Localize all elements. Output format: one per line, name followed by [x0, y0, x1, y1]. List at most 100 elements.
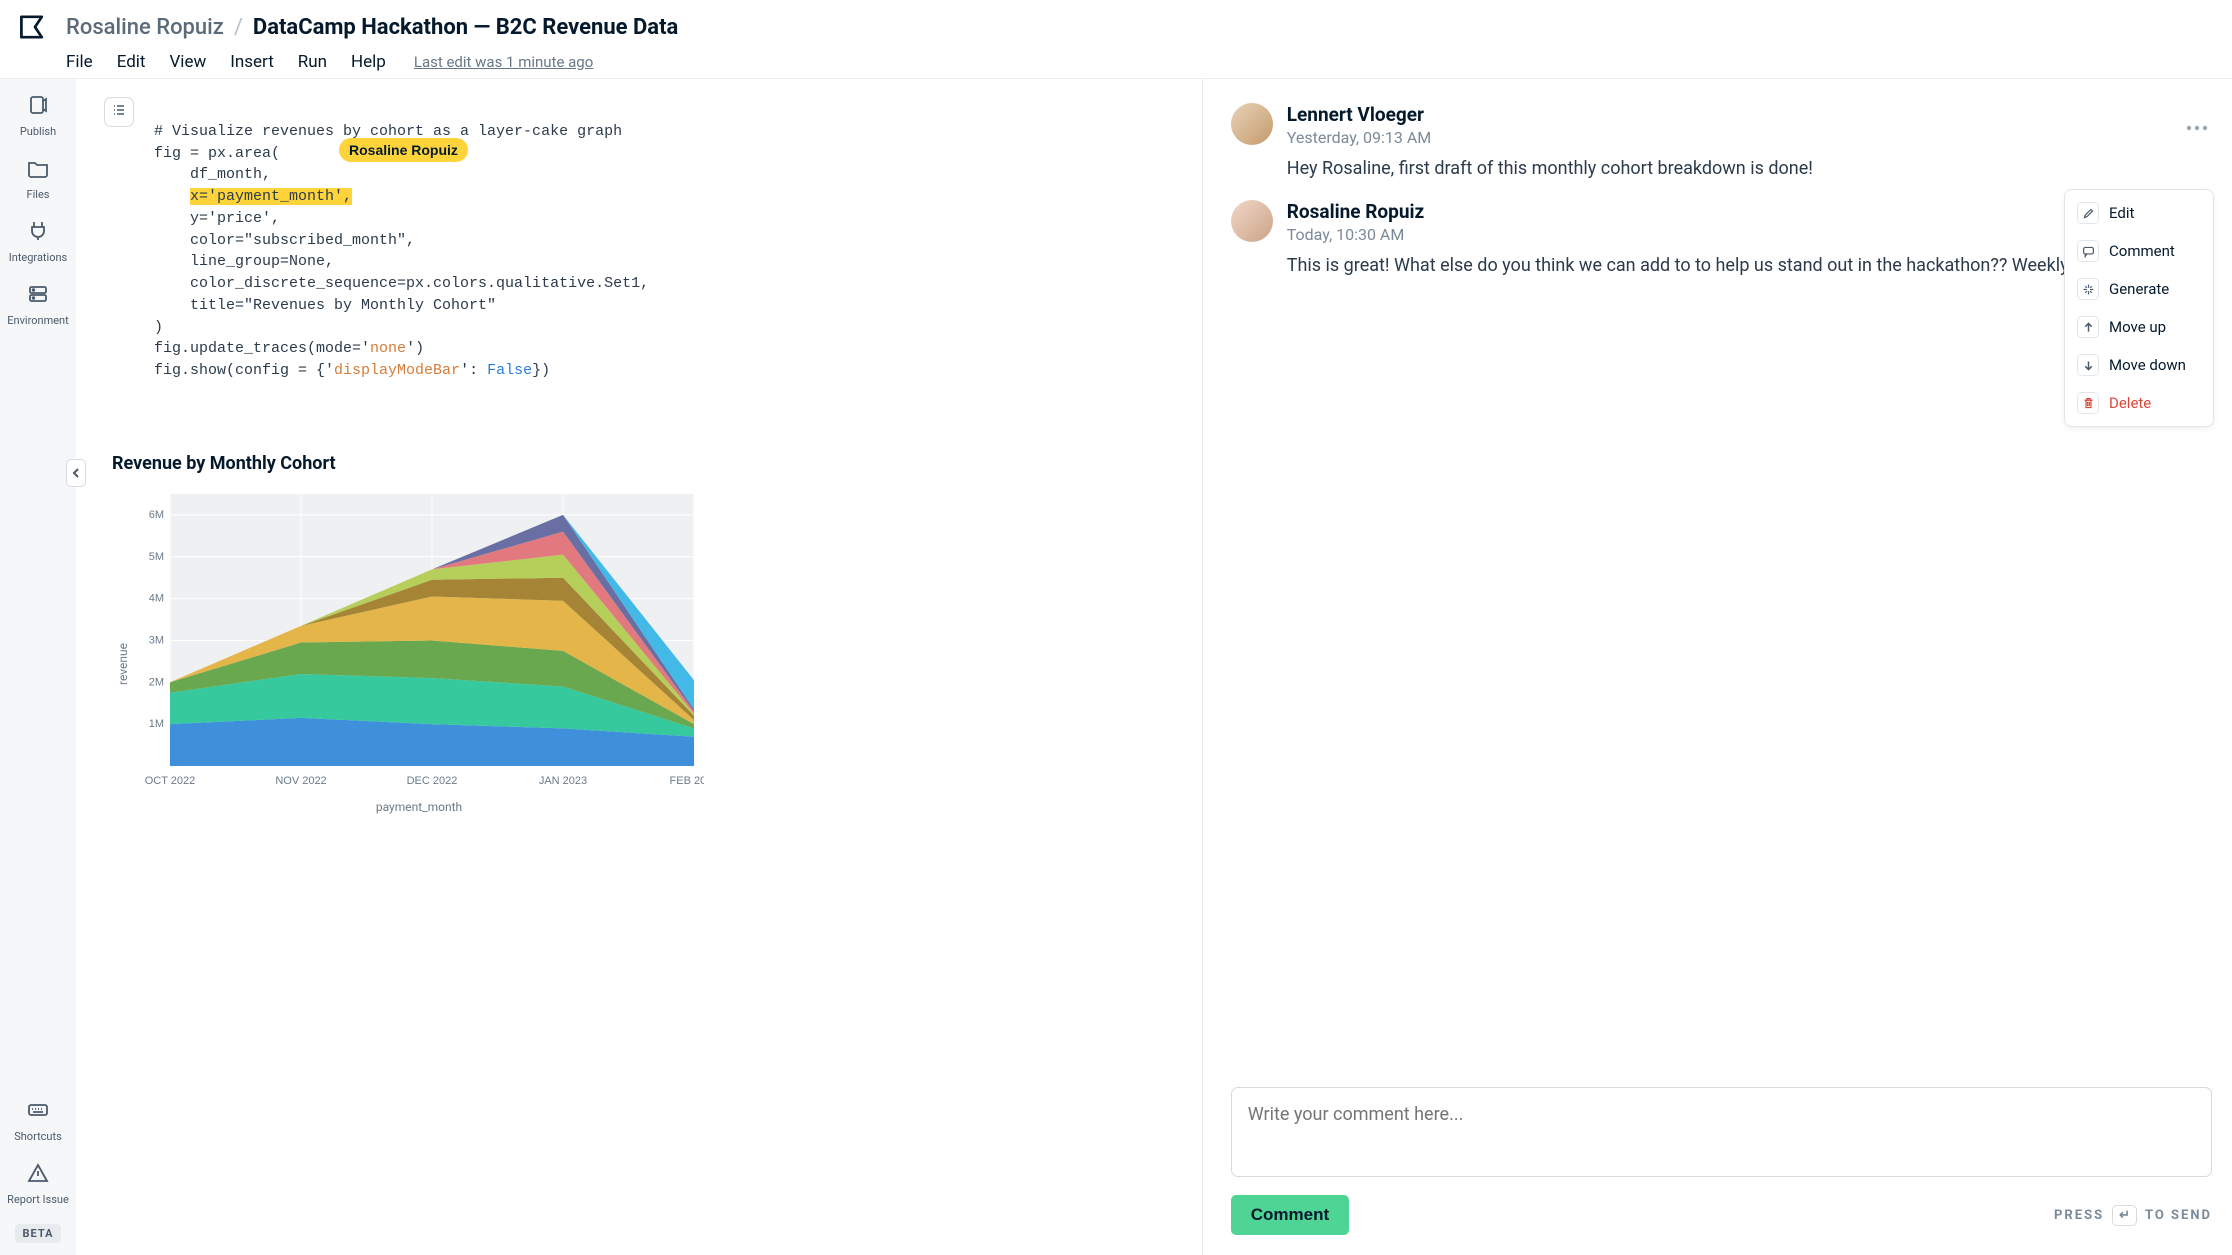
folder-icon: [26, 156, 50, 184]
ctx-generate[interactable]: Generate: [2069, 270, 2209, 308]
list-icon: [111, 102, 127, 122]
context-menu: Edit Comment Generate Move up: [2064, 189, 2214, 427]
ctx-label: Comment: [2109, 242, 2175, 260]
comment-input[interactable]: [1231, 1087, 2212, 1177]
svg-text:1M: 1M: [149, 718, 164, 730]
svg-text:OCT 2022: OCT 2022: [145, 775, 196, 787]
svg-text:NOV 2022: NOV 2022: [275, 775, 326, 787]
code-line: fig.update_traces(mode='none'): [154, 340, 424, 357]
leftbar-files-label: Files: [27, 188, 50, 201]
send-hint: PRESS ↵ TO SEND: [2054, 1205, 2212, 1226]
avatar[interactable]: [1231, 200, 1273, 242]
enter-key-icon: ↵: [2112, 1205, 2137, 1226]
chart-title: Revenue by Monthly Cohort: [112, 453, 1184, 474]
svg-text:DEC 2022: DEC 2022: [407, 775, 458, 787]
breadcrumb-owner[interactable]: Rosaline Ropuiz: [66, 15, 224, 40]
code-line: y='price',: [154, 210, 280, 227]
code-line: color="subscribed_month",: [154, 232, 415, 249]
keyboard-icon: [26, 1098, 50, 1126]
leftbar-environment[interactable]: Environment: [7, 282, 68, 327]
ctx-delete[interactable]: Delete: [2069, 384, 2209, 422]
arrow-down-icon: [2077, 354, 2099, 376]
arrow-up-icon: [2077, 316, 2099, 338]
leftbar-shortcuts[interactable]: Shortcuts: [14, 1098, 62, 1143]
plug-icon: [26, 219, 50, 247]
page-title[interactable]: DataCamp Hackathon — B2C Revenue Data: [253, 15, 678, 40]
svg-text:4M: 4M: [149, 593, 164, 605]
svg-text:JAN 2023: JAN 2023: [539, 775, 587, 787]
code-line: line_group=None,: [154, 253, 334, 270]
avatar[interactable]: [1231, 103, 1273, 145]
svg-text:3M: 3M: [149, 635, 164, 647]
comment-item: Lennert Vloeger Yesterday, 09:13 AM Hey …: [1231, 103, 2212, 182]
menu-help[interactable]: Help: [351, 52, 386, 72]
beta-badge: BETA: [15, 1224, 62, 1243]
comment-submit-button[interactable]: Comment: [1231, 1195, 1349, 1235]
leftbar-report-label: Report Issue: [7, 1193, 69, 1206]
comment-time: Today, 10:30 AM: [1287, 225, 1424, 244]
comment-time: Yesterday, 09:13 AM: [1287, 128, 1432, 147]
ctx-move-down[interactable]: Move down: [2069, 346, 2209, 384]
code-line: fig.show(config = {'displayModeBar': Fal…: [154, 362, 550, 379]
publish-icon: [26, 93, 50, 121]
sparkle-icon: [2077, 278, 2099, 300]
ctx-comment[interactable]: Comment: [2069, 232, 2209, 270]
leftbar-shortcuts-label: Shortcuts: [14, 1130, 62, 1143]
svg-text:6M: 6M: [149, 509, 164, 521]
dots-icon: [2186, 116, 2208, 135]
menu-edit[interactable]: Edit: [117, 52, 146, 72]
code-line: df_month,: [154, 166, 271, 183]
leftbar-report[interactable]: Report Issue: [7, 1161, 69, 1206]
leftbar-environment-label: Environment: [7, 314, 68, 327]
ctx-label: Move up: [2109, 318, 2166, 336]
menu-file[interactable]: File: [66, 52, 93, 72]
menubar: File Edit View Insert Run Help Last edit…: [66, 52, 2214, 72]
svg-text:FEB 2023: FEB 2023: [670, 775, 704, 787]
pencil-icon: [2077, 202, 2099, 224]
logo-icon: [18, 10, 52, 44]
ctx-edit[interactable]: Edit: [2069, 194, 2209, 232]
code-line: color_discrete_sequence=px.colors.qualit…: [154, 275, 649, 292]
code-line: x='payment_month',: [154, 188, 352, 205]
toc-button[interactable]: [104, 97, 134, 127]
area-chart[interactable]: 1M 2M 3M 4M 5M 6M OCT 2022 NOV 2022 DEC 2022 JAN …: [134, 484, 704, 794]
leftbar-files[interactable]: Files: [26, 156, 50, 201]
breadcrumb-separator: /: [234, 15, 243, 40]
notebook-pane: # Visualize revenues by cohort as a laye…: [76, 79, 1202, 1255]
code-highlight: x='payment_month',: [190, 188, 352, 205]
menu-insert[interactable]: Insert: [230, 52, 274, 72]
ctx-label: Edit: [2109, 204, 2134, 222]
chart-ylabel: revenue: [112, 613, 134, 685]
header: Rosaline Ropuiz / DataCamp Hackathon — B…: [0, 0, 2232, 79]
trash-icon: [2077, 392, 2099, 414]
svg-text:5M: 5M: [149, 551, 164, 563]
comment-author: Lennert Vloeger: [1287, 103, 1432, 126]
code-line: ): [154, 319, 163, 336]
warning-icon: [26, 1161, 50, 1189]
chart-output: Revenue by Monthly Cohort revenue 1M 2M 3M…: [112, 453, 1184, 814]
comment-icon: [2077, 240, 2099, 262]
chart-xlabel: payment_month: [134, 800, 704, 814]
leftbar-integrations-label: Integrations: [9, 251, 67, 264]
ctx-label: Generate: [2109, 280, 2169, 298]
ctx-label: Move down: [2109, 356, 2186, 374]
leftbar-publish-label: Publish: [20, 125, 56, 138]
code-line: title="Revenues by Monthly Cohort": [154, 297, 496, 314]
cursor-presence-tag: Rosaline Ropuiz: [339, 138, 468, 162]
svg-text:2M: 2M: [149, 677, 164, 689]
comment-body: Hey Rosaline, first draft of this monthl…: [1287, 155, 2212, 182]
ctx-label: Delete: [2109, 394, 2151, 412]
menu-view[interactable]: View: [169, 52, 206, 72]
leftbar-publish[interactable]: Publish: [20, 93, 56, 138]
code-cell[interactable]: # Visualize revenues by cohort as a laye…: [154, 99, 1184, 425]
ctx-move-up[interactable]: Move up: [2069, 308, 2209, 346]
server-icon: [26, 282, 50, 310]
comment-author: Rosaline Ropuiz: [1287, 200, 1424, 223]
code-line: fig = px.area(: [154, 145, 280, 162]
menu-run[interactable]: Run: [298, 52, 327, 72]
leftbar-integrations[interactable]: Integrations: [9, 219, 67, 264]
breadcrumb: Rosaline Ropuiz / DataCamp Hackathon — B…: [66, 15, 678, 40]
last-edit-link[interactable]: Last edit was 1 minute ago: [414, 53, 593, 71]
comment-more-button[interactable]: [2182, 112, 2212, 139]
leftbar: Publish Files Integrations Environment S…: [0, 79, 76, 1255]
